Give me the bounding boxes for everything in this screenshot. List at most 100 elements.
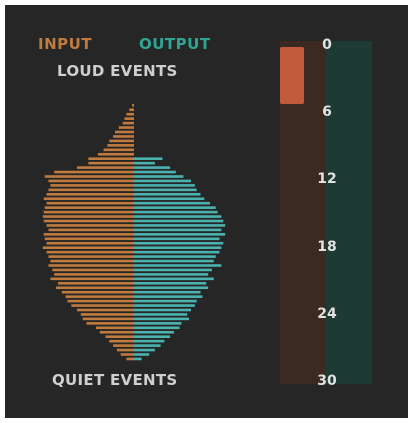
- output-histogram-bar: [134, 179, 191, 183]
- input-histogram-bar: [113, 344, 134, 347]
- input-histogram-bar: [44, 175, 135, 178]
- input-histogram-bar: [99, 330, 134, 334]
- input-histogram-bar: [42, 246, 134, 249]
- output-histogram-bar: [134, 335, 171, 338]
- output-histogram-bar: [134, 299, 197, 303]
- input-histogram-bar: [103, 148, 134, 152]
- input-histogram-bar: [77, 166, 134, 169]
- output-histogram-bar: [134, 193, 201, 196]
- output-histogram-bar: [134, 308, 191, 312]
- output-histogram-bar: [134, 295, 203, 298]
- input-histogram-bar: [88, 157, 134, 160]
- input-histogram-bar: [43, 233, 134, 236]
- output-histogram-bar: [134, 282, 207, 285]
- input-histogram-bar: [48, 188, 134, 192]
- input-histogram-bar: [46, 224, 134, 227]
- input-histogram-bar: [46, 201, 134, 205]
- output-histogram-bar: [134, 344, 161, 347]
- input-histogram-bar: [126, 357, 134, 361]
- output-histogram-bar: [134, 210, 218, 214]
- input-histogram-bar: [46, 241, 134, 245]
- input-histogram-bar: [44, 237, 135, 241]
- input-histogram-bar: [61, 290, 134, 294]
- input-histogram-bar: [42, 215, 134, 218]
- output-histogram-bar: [134, 224, 226, 227]
- meter-tick-24: 24: [317, 305, 337, 322]
- meter-tick-0: 0: [322, 37, 332, 53]
- output-histogram-bar: [134, 246, 222, 249]
- output-histogram-bar: [134, 286, 209, 290]
- input-histogram-bar: [65, 295, 134, 298]
- input-histogram-bar: [48, 255, 134, 258]
- input-histogram-bar: [113, 135, 134, 138]
- output-histogram-bar: [134, 304, 195, 307]
- input-histogram-bar: [107, 144, 134, 147]
- input-histogram-bar: [126, 112, 134, 116]
- input-histogram-bar: [115, 130, 134, 134]
- meter-tick-30: 30: [317, 373, 337, 389]
- output-histogram-bar: [134, 228, 222, 232]
- input-histogram-bar: [58, 282, 134, 285]
- output-histogram-bar: [134, 215, 222, 218]
- input-histogram-bar: [86, 322, 134, 325]
- input-histogram-bar: [105, 335, 134, 338]
- output-histogram-bar: [134, 268, 212, 272]
- input-histogram-bar: [77, 308, 134, 312]
- output-histogram: [134, 157, 226, 361]
- output-histogram-bar: [134, 188, 197, 192]
- input-histogram-bar: [118, 126, 134, 129]
- output-level-meter-track: [326, 41, 372, 384]
- input-histogram-bar: [46, 250, 134, 254]
- input-histogram-bar: [122, 121, 134, 125]
- output-histogram-bar: [134, 264, 222, 267]
- input-histogram-bar: [52, 268, 134, 272]
- input-histogram-bar: [48, 179, 134, 183]
- output-histogram-bar: [134, 233, 226, 236]
- output-histogram-bar: [134, 250, 220, 254]
- input-histogram-bar: [44, 206, 135, 209]
- input-histogram-bar: [109, 339, 134, 343]
- output-histogram-bar: [134, 259, 214, 263]
- output-histogram-bar: [134, 326, 180, 330]
- input-histogram-bar: [48, 264, 134, 267]
- meter-tick-6: 6: [322, 104, 332, 121]
- input-histogram-bar: [71, 304, 134, 307]
- output-histogram-bar: [134, 170, 176, 174]
- output-histogram-bar: [134, 157, 163, 160]
- output-histogram-bar: [134, 237, 220, 241]
- input-histogram-bar: [120, 353, 134, 356]
- output-histogram-bar: [134, 166, 171, 169]
- input-level-meter-fill: [280, 47, 304, 104]
- output-histogram-bar: [134, 197, 205, 201]
- output-histogram-bar: [134, 290, 201, 294]
- input-histogram-bar: [54, 170, 135, 174]
- output-histogram-bar: [134, 357, 142, 361]
- meter-tick-18: 18: [317, 238, 337, 255]
- input-histogram-bar: [50, 184, 134, 187]
- output-histogram-bar: [134, 273, 209, 276]
- input-histogram-bar: [124, 117, 134, 120]
- input-histogram-bar: [54, 273, 135, 276]
- output-histogram-bar: [134, 277, 214, 281]
- output-histogram-bar: [134, 201, 210, 205]
- output-histogram-bar: [134, 219, 224, 223]
- output-histogram-bar: [134, 330, 174, 334]
- output-histogram-bar: [134, 255, 216, 258]
- output-histogram-bar: [134, 339, 165, 343]
- input-histogram-bar: [132, 104, 134, 107]
- input-histogram-bar: [96, 326, 134, 330]
- output-histogram-bar: [134, 353, 150, 356]
- input-histogram-bar: [67, 299, 134, 303]
- output-histogram-bar: [134, 184, 195, 187]
- input-histogram-bar: [116, 348, 134, 352]
- input-histogram-bar: [43, 219, 134, 223]
- input-histogram-bar: [97, 152, 134, 156]
- output-histogram-bar: [134, 161, 155, 165]
- input-histogram-bar: [129, 108, 134, 112]
- meter-tick-12: 12: [317, 171, 337, 188]
- output-histogram-bar: [134, 175, 184, 178]
- output-histogram-bar: [134, 317, 190, 321]
- input-histogram-bar: [50, 259, 134, 263]
- input-histogram-bar: [43, 197, 134, 201]
- input-histogram-bar: [80, 313, 134, 316]
